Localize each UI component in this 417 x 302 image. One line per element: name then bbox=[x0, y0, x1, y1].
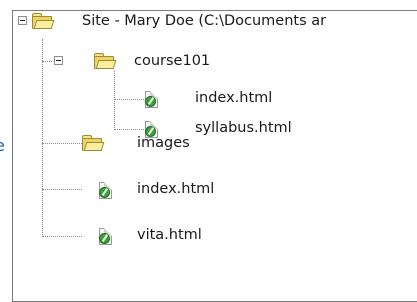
folder-icon bbox=[82, 135, 105, 151]
tree-item-images[interactable]: images bbox=[137, 134, 190, 152]
tree-item-course101[interactable]: course101 bbox=[134, 52, 210, 70]
tree-connector bbox=[114, 129, 144, 130]
tree-connector bbox=[42, 39, 43, 237]
html-file-icon bbox=[98, 182, 112, 199]
tree-connector bbox=[114, 71, 115, 130]
tree-item-course101-syllabus[interactable]: syllabus.html bbox=[195, 119, 292, 137]
collapse-course101-button[interactable] bbox=[54, 56, 63, 65]
html-file-icon bbox=[98, 228, 112, 245]
tree-connector bbox=[42, 143, 82, 144]
tree-connector bbox=[42, 189, 82, 190]
tree-item-index[interactable]: index.html bbox=[137, 180, 214, 198]
folder-icon bbox=[94, 53, 117, 69]
tree-connector bbox=[114, 99, 144, 100]
tree-connector bbox=[42, 236, 82, 237]
tree-connector bbox=[42, 61, 52, 62]
html-file-icon bbox=[144, 91, 158, 108]
site-files-tree-panel: Site - Mary Doe (C:\Documents ar course1… bbox=[12, 10, 417, 302]
folder-icon bbox=[32, 13, 55, 29]
collapse-root-button[interactable] bbox=[18, 16, 27, 25]
tree-item-vita[interactable]: vita.html bbox=[137, 226, 202, 244]
edge-text-fragment: e bbox=[0, 137, 12, 155]
tree-item-course101-index[interactable]: index.html bbox=[195, 89, 272, 107]
tree-item-site-root[interactable]: Site - Mary Doe (C:\Documents ar bbox=[82, 12, 326, 30]
